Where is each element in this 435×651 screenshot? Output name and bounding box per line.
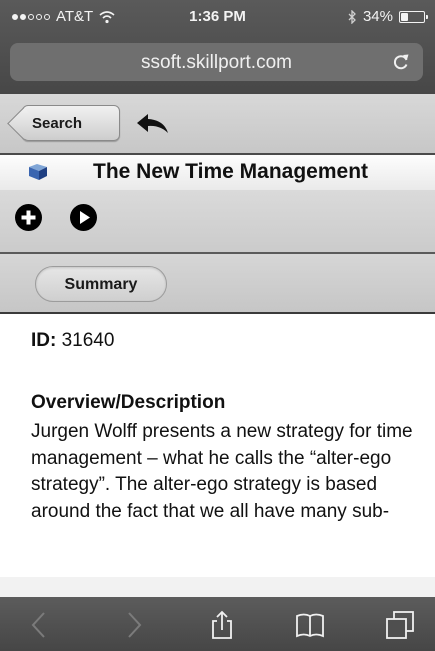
undo-arrow-icon[interactable] bbox=[135, 113, 171, 135]
battery-fill bbox=[401, 12, 408, 21]
course-id-value: 31640 bbox=[61, 330, 115, 351]
add-circle-icon bbox=[21, 210, 36, 225]
course-id-label: ID: bbox=[31, 330, 57, 351]
share-icon[interactable] bbox=[207, 610, 237, 640]
bluetooth-icon bbox=[348, 9, 356, 24]
battery-percent: 34% bbox=[362, 8, 393, 25]
app-nav-bar: Search bbox=[0, 94, 435, 155]
bookmarks-icon[interactable] bbox=[295, 610, 325, 640]
back-chevron-icon[interactable] bbox=[25, 610, 55, 640]
overview-heading: Overview/Description bbox=[31, 392, 226, 413]
status-bar: AT&T 1:36 PM 34% bbox=[0, 0, 435, 38]
status-right: 34% bbox=[348, 8, 428, 25]
url-text: ssoft.skillport.com bbox=[141, 52, 292, 73]
browser-toolbar bbox=[0, 597, 435, 651]
play-circle-icon bbox=[80, 211, 90, 224]
search-back-button[interactable]: Search bbox=[22, 105, 120, 141]
play-button[interactable] bbox=[70, 204, 97, 231]
page-title: The New Time Management bbox=[93, 160, 369, 183]
forward-chevron-icon[interactable] bbox=[118, 610, 148, 640]
tab-summary-label: Summary bbox=[64, 276, 138, 293]
battery-icon bbox=[399, 10, 428, 23]
reload-icon[interactable] bbox=[391, 52, 411, 72]
tab-summary[interactable]: Summary bbox=[35, 266, 167, 302]
book-icon bbox=[29, 164, 47, 180]
url-bar[interactable]: ssoft.skillport.com bbox=[10, 43, 423, 81]
search-back-label: Search bbox=[32, 115, 83, 132]
course-id: ID: 31640 bbox=[31, 330, 114, 352]
page-bottom-area bbox=[0, 577, 435, 597]
action-bar bbox=[0, 190, 435, 254]
course-summary: ID: 31640 Overview/Description Jurgen Wo… bbox=[0, 314, 435, 577]
title-bar: The New Time Management bbox=[0, 155, 435, 190]
tab-bar: Summary bbox=[0, 254, 435, 314]
browser-chrome-top: AT&T 1:36 PM 34% ssoft.skillport.com bbox=[0, 0, 435, 94]
overview-body: Jurgen Wolff presents a new strategy for… bbox=[31, 421, 413, 522]
add-button[interactable] bbox=[15, 204, 42, 231]
tabs-icon[interactable] bbox=[385, 610, 415, 640]
